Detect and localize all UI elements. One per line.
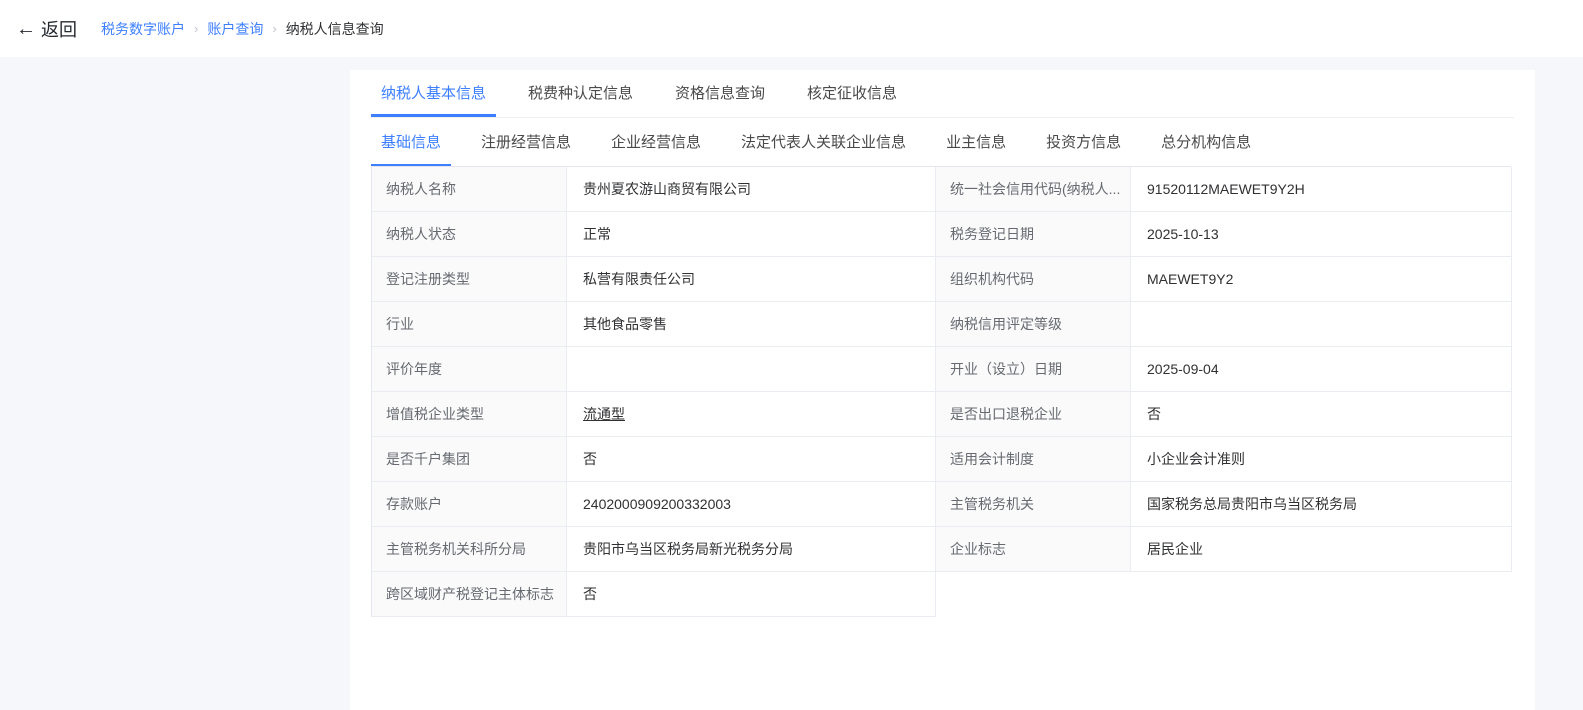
sub-tab-4[interactable]: 法定代表人关联企业信息 bbox=[731, 118, 916, 166]
main-tab-2[interactable]: 税费种认定信息 bbox=[518, 70, 643, 117]
field-value: 贵州夏农游山商贸有限公司 bbox=[567, 167, 936, 212]
field-value-text: 否 bbox=[1147, 404, 1161, 424]
field-value: 否 bbox=[1131, 392, 1512, 437]
field-label: 税务登记日期 bbox=[936, 212, 1131, 257]
breadcrumb-separator-icon: › bbox=[194, 21, 198, 36]
field-value bbox=[567, 347, 936, 392]
field-value-text: 否 bbox=[583, 449, 597, 469]
main-tab-3[interactable]: 资格信息查询 bbox=[665, 70, 775, 117]
field-label: 存款账户 bbox=[372, 482, 567, 527]
field-label: 主管税务机关 bbox=[936, 482, 1131, 527]
field-value: 91520112MAEWET9Y2H bbox=[1131, 167, 1512, 212]
main-tab-1[interactable]: 纳税人基本信息 bbox=[371, 70, 496, 117]
field-value: 居民企业 bbox=[1131, 527, 1512, 572]
field-value-text: 正常 bbox=[583, 224, 611, 244]
field-value-text: 2025-09-04 bbox=[1147, 361, 1219, 377]
main-tab-bar: 纳税人基本信息税费种认定信息资格信息查询核定征收信息 bbox=[371, 70, 1514, 118]
field-label: 统一社会信用代码(纳税人... bbox=[936, 167, 1131, 212]
field-label: 登记注册类型 bbox=[372, 257, 567, 302]
breadcrumb-separator-icon: › bbox=[272, 21, 276, 36]
field-value bbox=[1131, 302, 1512, 347]
field-value: 正常 bbox=[567, 212, 936, 257]
back-arrow-icon: ← bbox=[16, 19, 36, 39]
content-card: 纳税人基本信息税费种认定信息资格信息查询核定征收信息 基础信息注册经营信息企业经… bbox=[350, 70, 1535, 710]
field-label: 增值税企业类型 bbox=[372, 392, 567, 437]
field-value-text: 91520112MAEWET9Y2H bbox=[1147, 181, 1305, 197]
breadcrumb-current-page: 纳税人信息查询 bbox=[286, 19, 384, 39]
field-label: 适用会计制度 bbox=[936, 437, 1131, 482]
sub-tab-bar: 基础信息注册经营信息企业经营信息法定代表人关联企业信息业主信息投资方信息总分机构… bbox=[371, 118, 1514, 166]
field-value: 国家税务总局贵阳市乌当区税务局 bbox=[1131, 482, 1512, 527]
field-value-text: 小企业会计准则 bbox=[1147, 449, 1245, 469]
sub-tab-2[interactable]: 注册经营信息 bbox=[471, 118, 581, 166]
field-label: 是否千户集团 bbox=[372, 437, 567, 482]
sub-tab-5[interactable]: 业主信息 bbox=[936, 118, 1016, 166]
field-value-text: 贵阳市乌当区税务局新光税务分局 bbox=[583, 539, 793, 559]
field-value-text: 其他食品零售 bbox=[583, 314, 667, 334]
field-label: 组织机构代码 bbox=[936, 257, 1131, 302]
field-value: 2025-09-04 bbox=[1131, 347, 1512, 392]
field-value-text: 贵州夏农游山商贸有限公司 bbox=[583, 179, 751, 199]
field-label: 跨区域财产税登记主体标志 bbox=[372, 572, 567, 617]
field-label: 开业（设立）日期 bbox=[936, 347, 1131, 392]
taxpayer-info-table: 纳税人名称贵州夏农游山商贸有限公司 统一社会信用代码(纳税人... 91520112… bbox=[371, 166, 1511, 617]
field-value: 其他食品零售 bbox=[567, 302, 936, 347]
field-value: 否 bbox=[567, 437, 936, 482]
page-body: 纳税人基本信息税费种认定信息资格信息查询核定征收信息 基础信息注册经营信息企业经… bbox=[0, 57, 1583, 710]
field-value-text: 否 bbox=[583, 584, 597, 604]
field-label: 纳税人状态 bbox=[372, 212, 567, 257]
field-value-text[interactable]: 流通型 bbox=[583, 404, 625, 424]
field-label: 是否出口退税企业 bbox=[936, 392, 1131, 437]
field-value-text: 2025-10-13 bbox=[1147, 226, 1219, 242]
field-label: 行业 bbox=[372, 302, 567, 347]
field-label: 主管税务机关科所分局 bbox=[372, 527, 567, 572]
sub-tab-6[interactable]: 投资方信息 bbox=[1036, 118, 1131, 166]
field-value-text: 私营有限责任公司 bbox=[583, 269, 695, 289]
sub-tab-1[interactable]: 基础信息 bbox=[371, 118, 451, 166]
field-value-text: MAEWET9Y2 bbox=[1147, 271, 1233, 287]
back-button[interactable]: ← 返回 bbox=[16, 16, 77, 42]
sub-tab-3[interactable]: 企业经营信息 bbox=[601, 118, 711, 166]
top-bar: ← 返回 税务数字账户 › 账户查询 › 纳税人信息查询 bbox=[0, 0, 1583, 57]
field-value: 2402000909200332003 bbox=[567, 482, 936, 527]
field-value[interactable]: 流通型 bbox=[567, 392, 936, 437]
field-value-text: 2402000909200332003 bbox=[583, 496, 731, 512]
breadcrumb-link-tax-digital-account[interactable]: 税务数字账户 bbox=[101, 19, 185, 39]
field-label: 企业标志 bbox=[936, 527, 1131, 572]
field-value: 小企业会计准则 bbox=[1131, 437, 1512, 482]
sub-tab-7[interactable]: 总分机构信息 bbox=[1151, 118, 1261, 166]
breadcrumb: 税务数字账户 › 账户查询 › 纳税人信息查询 bbox=[101, 19, 384, 39]
field-label: 评价年度 bbox=[372, 347, 567, 392]
breadcrumb-link-account-query[interactable]: 账户查询 bbox=[207, 19, 263, 39]
main-tab-4[interactable]: 核定征收信息 bbox=[797, 70, 907, 117]
empty-cell bbox=[936, 572, 1131, 617]
field-value: 私营有限责任公司 bbox=[567, 257, 936, 302]
field-value-text: 国家税务总局贵阳市乌当区税务局 bbox=[1147, 494, 1357, 514]
empty-cell bbox=[1131, 572, 1512, 617]
field-value-text: 居民企业 bbox=[1147, 539, 1203, 559]
back-button-label: 返回 bbox=[41, 16, 77, 42]
field-value: MAEWET9Y2 bbox=[1131, 257, 1512, 302]
field-label: 纳税信用评定等级 bbox=[936, 302, 1131, 347]
field-label: 纳税人名称 bbox=[372, 167, 567, 212]
field-value: 2025-10-13 bbox=[1131, 212, 1512, 257]
field-value: 贵阳市乌当区税务局新光税务分局 bbox=[567, 527, 936, 572]
field-value: 否 bbox=[567, 572, 936, 617]
